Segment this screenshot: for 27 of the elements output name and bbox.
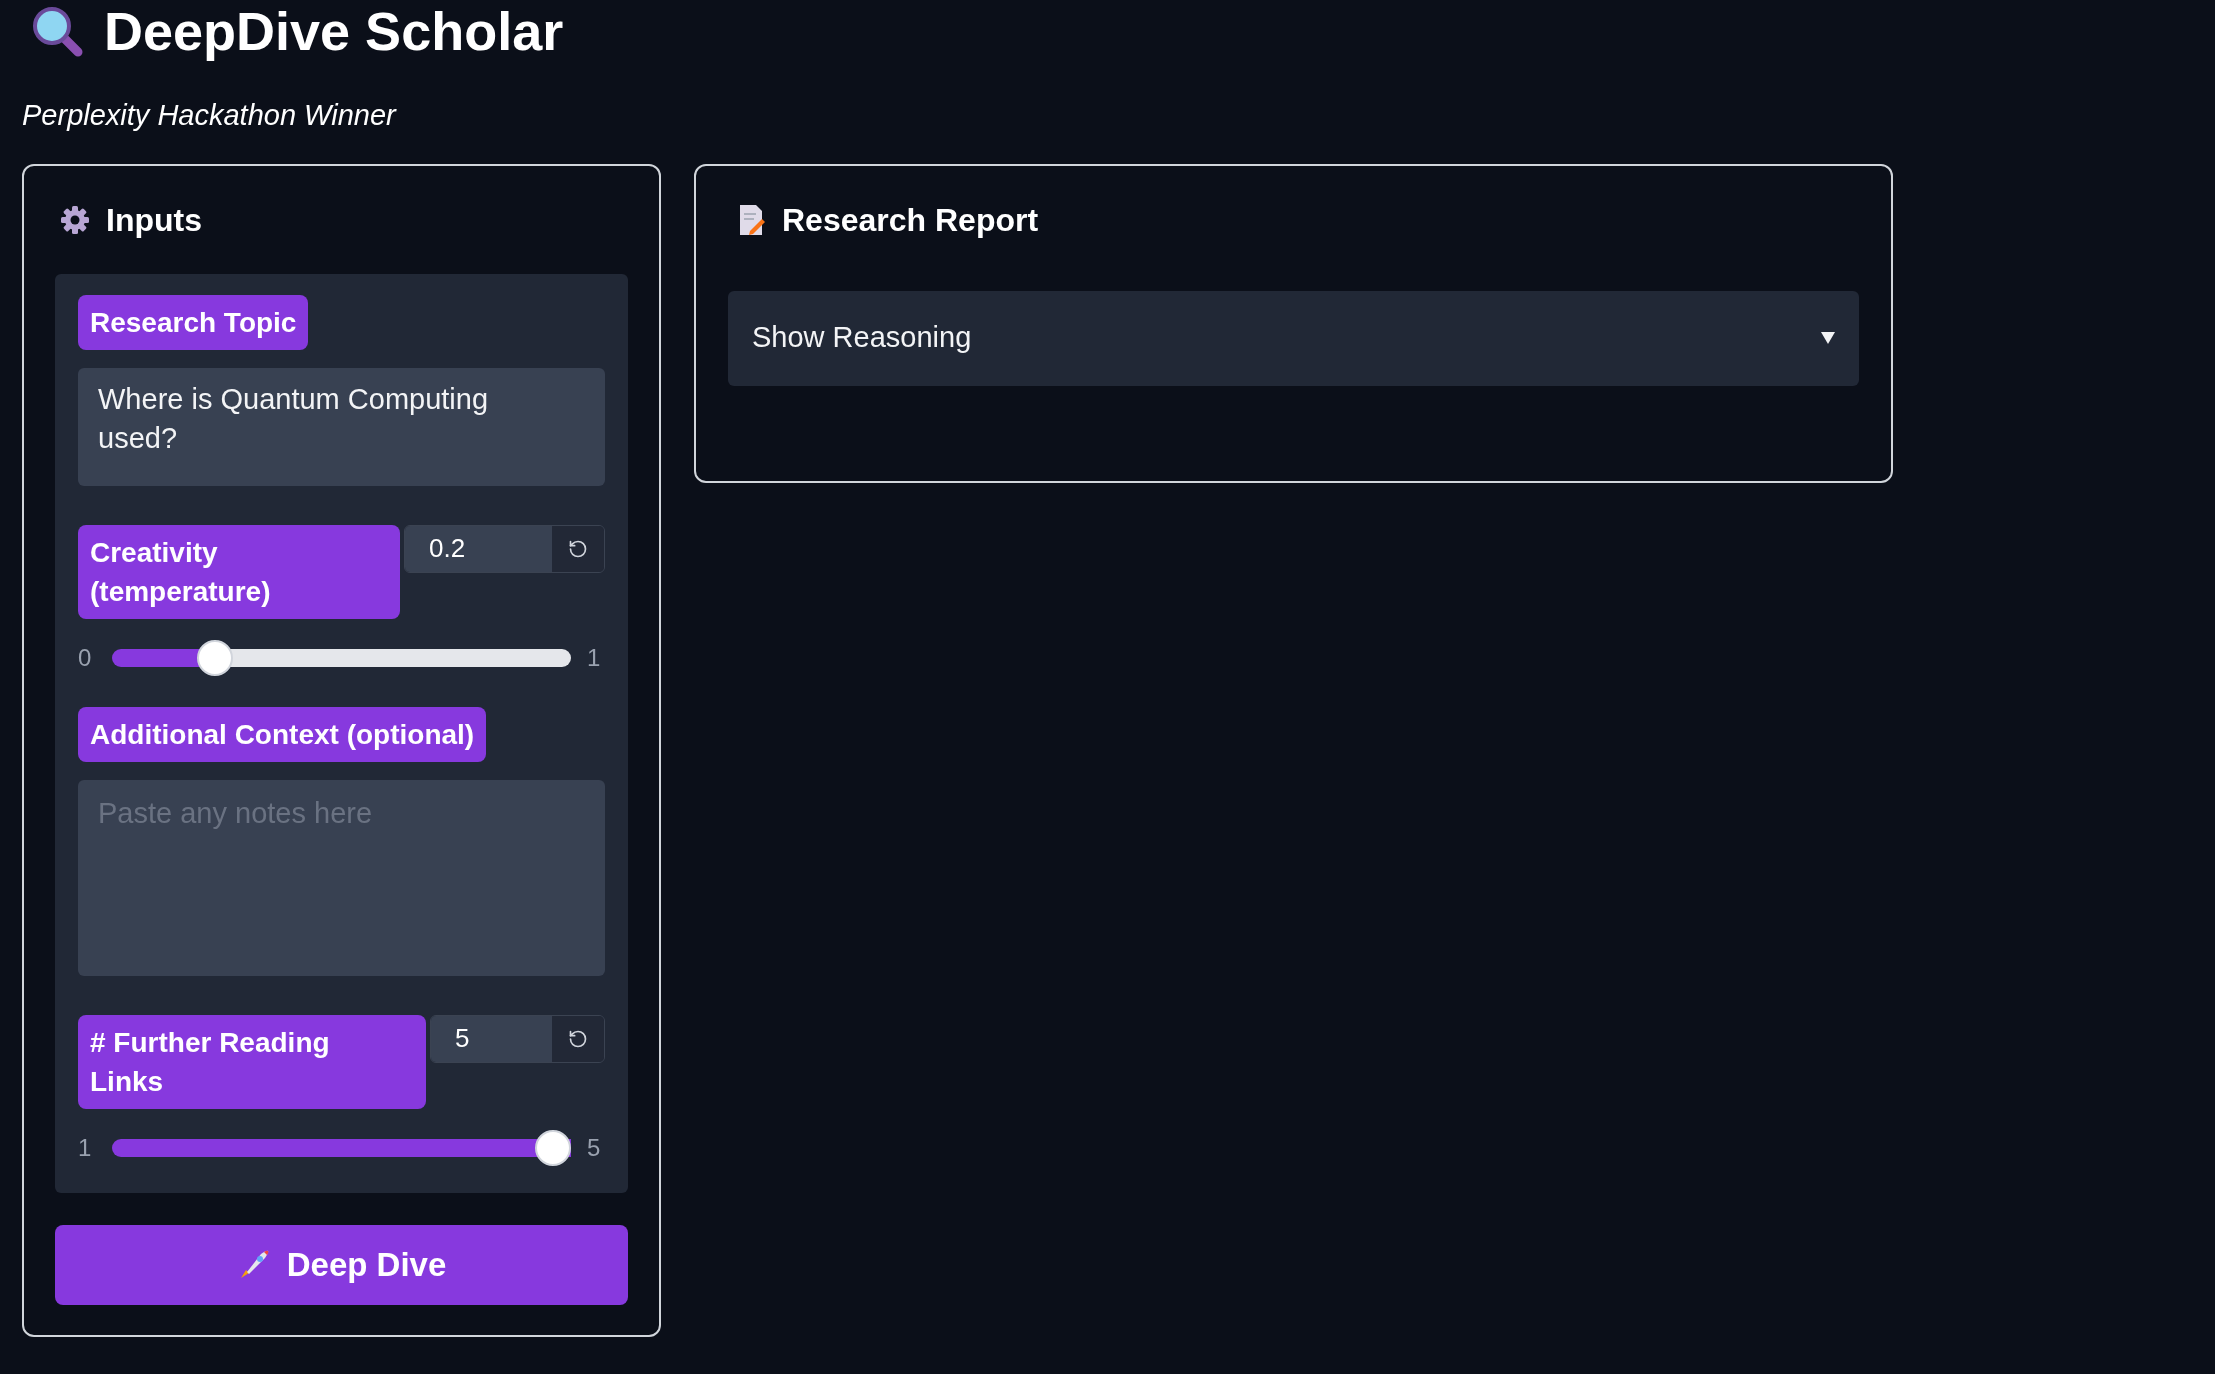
number-field[interactable]: 0.2 <box>404 524 605 573</box>
deep-dive-button[interactable]: Deep Dive <box>55 1224 628 1305</box>
panel-title: Research Report <box>782 200 1039 240</box>
slider-thumb[interactable] <box>196 639 233 676</box>
gear-icon <box>60 204 90 235</box>
slider[interactable] <box>112 638 571 677</box>
field-label: Additional Context (optional) <box>78 706 487 762</box>
slider[interactable] <box>112 1128 571 1167</box>
number-input[interactable]: 5 <box>431 1015 552 1062</box>
reset-icon <box>568 1028 588 1049</box>
field-label: Creativity (temperature) <box>78 524 400 619</box>
slider-max: 5 <box>587 1132 602 1163</box>
number-field[interactable]: 5 <box>430 1014 605 1063</box>
number-input[interactable]: 0.2 <box>405 525 552 572</box>
app-subtitle: Perplexity Hackathon Winner <box>22 98 398 133</box>
slider-thumb[interactable] <box>535 1129 571 1166</box>
reset-icon <box>568 538 588 559</box>
document-icon <box>738 203 766 236</box>
panel-title: Inputs <box>106 200 202 240</box>
slider-max: 1 <box>587 642 602 673</box>
slider-min: 0 <box>78 642 93 673</box>
field-label: # Further Reading Links <box>78 1014 426 1109</box>
magnifier-icon <box>30 4 84 58</box>
topic-field[interactable]: Where is Quantum Computing used? <box>78 367 605 486</box>
slider-min: 1 <box>78 1132 93 1163</box>
reasoning-accordion[interactable]: Show Reasoning <box>728 290 1859 386</box>
field-label: Research Topic <box>78 294 309 350</box>
